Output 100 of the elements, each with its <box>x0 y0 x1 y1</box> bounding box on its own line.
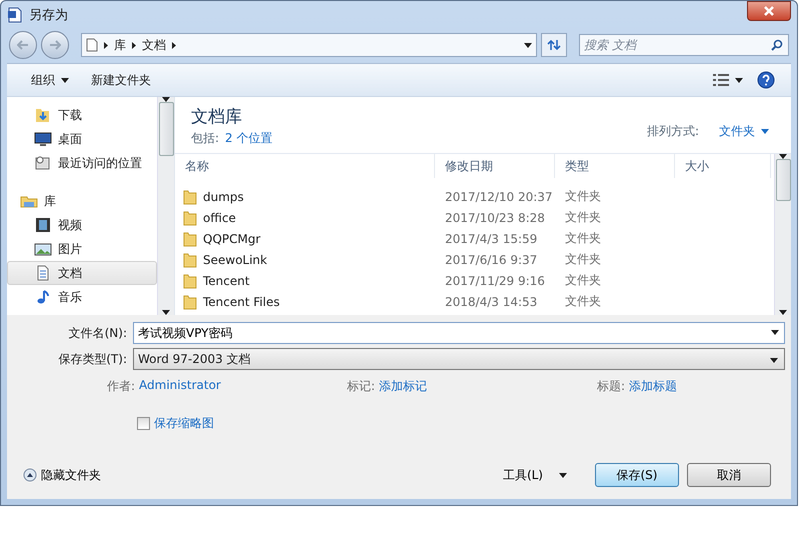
monitor-icon <box>34 131 52 147</box>
file-type: 文件夹 <box>564 230 602 247</box>
help-icon[interactable] <box>757 71 775 89</box>
sidebar-item[interactable]: 下载 <box>7 103 157 127</box>
file-row[interactable]: QQPCMgr 2017/4/3 15:59 文件夹 <box>175 228 774 249</box>
arrange-by-label: 排列方式: <box>646 122 699 140</box>
organize-menu[interactable]: 组织 <box>23 68 77 92</box>
sidebar-item[interactable]: 图片 <box>7 237 157 261</box>
file-row[interactable]: dumps 2017/12/10 20:37 文件夹 <box>175 186 774 207</box>
landscape-picture-icon <box>34 241 52 257</box>
caret-icon <box>559 472 567 478</box>
back-arrow-icon <box>17 40 29 50</box>
scrollbar[interactable] <box>157 97 174 315</box>
caret-icon <box>61 78 69 82</box>
metadata-label: 标题: <box>597 378 626 394</box>
modified-date: 2017/11/29 9:16 <box>444 274 546 288</box>
address-bar[interactable]: 库 文档 <box>81 33 537 57</box>
forward-button[interactable] <box>41 31 69 59</box>
search-field[interactable]: 搜索 文档 <box>579 34 789 56</box>
modified-date: 2017/10/23 8:28 <box>444 210 546 224</box>
scrollbar-thumb[interactable] <box>158 102 174 156</box>
file-name: Tencent Files <box>203 294 280 308</box>
scrollbar-thumb[interactable] <box>776 159 790 201</box>
metadata-label: 标记: <box>347 378 376 394</box>
save-type-dropdown[interactable]: Word 97-2003 文档 <box>133 348 785 370</box>
file-name-field[interactable]: 考试视频VPY密码 <box>133 322 785 344</box>
metadata-label: 作者: <box>107 378 136 394</box>
folder-icon <box>183 252 197 268</box>
file-name: QQPCMgr <box>203 232 260 246</box>
window-title: 另存为 <box>29 7 69 24</box>
folder-icon <box>183 272 197 288</box>
thumbnail-label[interactable]: 保存缩略图 <box>154 415 214 432</box>
arrange-by-dropdown[interactable]: 文件夹 <box>711 120 777 142</box>
film-strip-icon <box>34 217 52 233</box>
file-type: 文件夹 <box>564 272 602 289</box>
folder-icon <box>183 294 197 310</box>
sidebar-item[interactable]: 最近访问的位置 <box>7 151 157 175</box>
dropdown-caret-icon <box>524 42 532 48</box>
refresh-button[interactable] <box>541 33 567 57</box>
folder-arrow-icon <box>34 107 52 123</box>
close-button[interactable] <box>747 1 791 21</box>
details-view-icon <box>713 74 729 86</box>
new-folder-button[interactable]: 新建文件夹 <box>83 68 159 92</box>
file-row[interactable]: SeewoLink 2017/6/16 9:37 文件夹 <box>175 249 774 270</box>
file-type: 文件夹 <box>564 209 602 226</box>
word-document-icon <box>7 7 23 23</box>
metadata-link[interactable]: 添加标记 <box>379 378 428 394</box>
caret-icon <box>735 78 743 82</box>
folder-icon <box>183 210 197 226</box>
modified-date: 2017/6/16 9:37 <box>444 252 538 266</box>
refresh-arrows-icon <box>547 39 561 51</box>
caret-icon <box>761 128 769 134</box>
includes-label: 包括: <box>191 130 220 147</box>
sidebar-item[interactable]: 视频 <box>7 213 157 237</box>
breadcrumb-item[interactable]: 文档 <box>142 36 166 54</box>
file-row[interactable]: Tencent Files 2018/4/3 14:53 文件夹 <box>175 291 774 312</box>
file-type: 文件夹 <box>564 293 602 310</box>
metadata-link[interactable]: 添加标题 <box>629 378 678 394</box>
column-header[interactable]: 大小 <box>675 154 771 178</box>
library-title: 文档库 <box>191 106 243 128</box>
sidebar-item[interactable]: 文档 <box>7 261 157 285</box>
modified-date: 2018/4/3 14:53 <box>444 294 538 308</box>
back-button[interactable] <box>9 31 37 59</box>
column-header[interactable]: 名称 <box>175 154 435 178</box>
column-header[interactable]: 类型 <box>555 154 675 178</box>
folder-icon <box>183 230 197 246</box>
up-arrow-circle-icon <box>23 468 37 482</box>
sidebar-item[interactable]: 库 <box>7 189 157 213</box>
hide-folders-button[interactable]: 隐藏文件夹 <box>17 466 107 484</box>
locations-link[interactable]: 2 个位置 <box>225 130 272 147</box>
close-icon <box>764 6 774 16</box>
sidebar-item[interactable]: 音乐 <box>7 285 157 309</box>
breadcrumb-item[interactable]: 库 <box>114 36 126 54</box>
folder-icon <box>183 188 197 204</box>
checkbox[interactable] <box>137 417 150 430</box>
file-name: dumps <box>203 190 244 204</box>
document-icon <box>86 38 98 52</box>
modified-date: 2017/12/10 20:37 <box>444 190 554 204</box>
file-name: Tencent <box>203 274 250 288</box>
sidebar-item[interactable]: 桌面 <box>7 127 157 151</box>
cancel-button[interactable]: 取消 <box>687 463 771 487</box>
chevron-icon <box>132 42 136 48</box>
metadata-link[interactable]: Administrator <box>139 378 221 394</box>
tools-menu[interactable]: 工具(L) <box>496 466 573 484</box>
chevron-icon <box>172 42 176 48</box>
scrollbar[interactable] <box>774 154 791 315</box>
recent-places-icon <box>34 155 52 171</box>
file-type: 文件夹 <box>564 251 602 268</box>
file-name: SeewoLink <box>203 252 268 266</box>
dropdown-caret-icon <box>771 330 779 335</box>
save-button[interactable]: 保存(S) <box>595 463 679 487</box>
file-row[interactable]: office 2017/10/23 8:28 文件夹 <box>175 207 774 228</box>
modified-date: 2017/4/3 15:59 <box>444 232 538 246</box>
file-name: office <box>203 210 236 224</box>
column-header[interactable]: 修改日期 <box>435 154 555 178</box>
dropdown-caret-icon <box>770 358 778 363</box>
forward-arrow-icon <box>49 40 61 50</box>
file-row[interactable]: Tencent 2017/11/29 9:16 文件夹 <box>175 270 774 291</box>
search-icon <box>771 39 783 51</box>
file-name-label: 文件名(N): <box>68 324 127 342</box>
